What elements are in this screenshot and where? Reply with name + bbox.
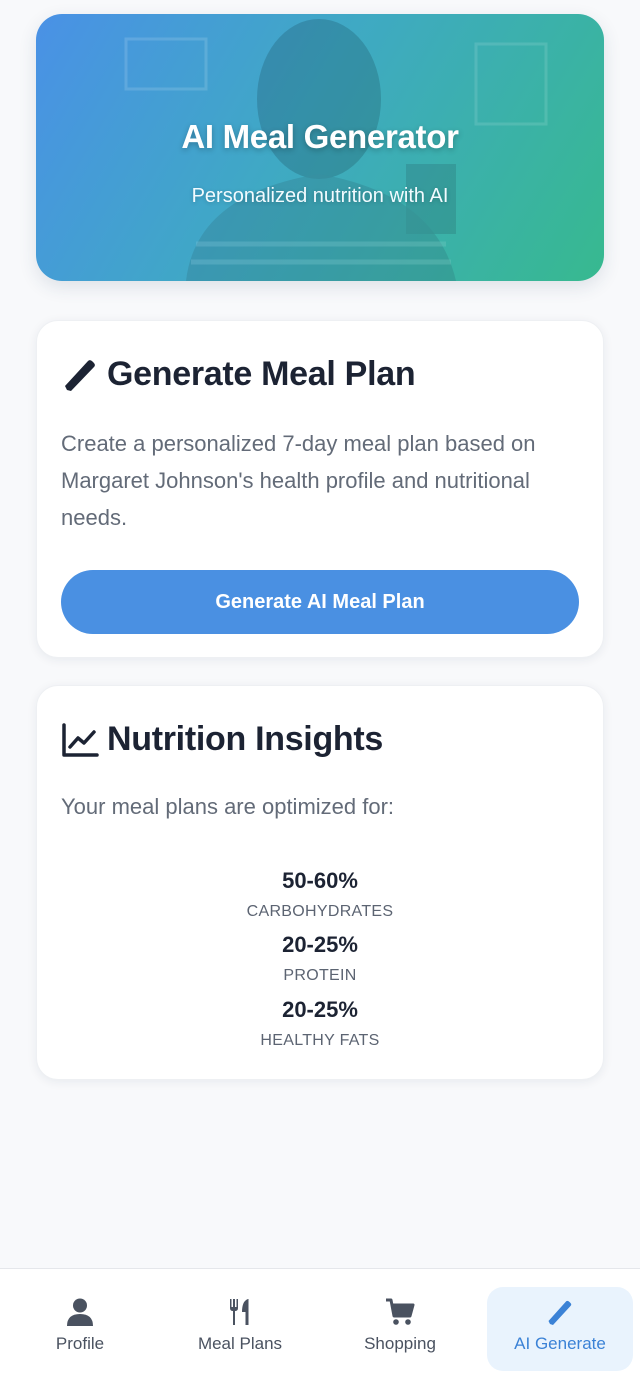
stat-protein: 20-25% PROTEIN: [37, 932, 603, 985]
nav-label: Profile: [55, 1334, 105, 1353]
insights-card-header: Nutrition Insights: [61, 720, 383, 759]
nutrition-insights-card: Nutrition Insights Your meal plans are o…: [36, 685, 604, 1080]
pencil-icon: [548, 1300, 572, 1325]
nav-label: AI Generate: [514, 1334, 606, 1353]
utensils-icon: [230, 1299, 249, 1325]
insights-card-title: Nutrition Insights: [107, 720, 384, 758]
stat-value: 50-60%: [282, 868, 358, 893]
stat-carbohydrates: 50-60% CARBOHYDRATES: [37, 868, 603, 921]
hero-title: AI Meal Generator: [181, 118, 459, 155]
cart-icon: [386, 1298, 415, 1325]
nav-item-profile[interactable]: Profile: [7, 1287, 153, 1371]
generate-ai-meal-plan-button[interactable]: Generate AI Meal Plan: [61, 570, 579, 634]
stat-value: 20-25%: [282, 932, 358, 957]
nav-label: Meal Plans: [197, 1334, 283, 1353]
hero-subtitle: Personalized nutrition with AI: [191, 185, 449, 207]
bottom-navigation: Profile Meal Plans Shopping AI Generate: [0, 1268, 640, 1387]
stat-label: HEALTHY FATS: [260, 1032, 380, 1049]
nav-item-shopping[interactable]: Shopping: [327, 1287, 473, 1371]
hero-banner: AI Meal Generator Personalized nutrition…: [36, 14, 604, 281]
stat-label: CARBOHYDRATES: [246, 903, 394, 920]
line-chart-icon: [62, 722, 99, 757]
pencil-icon: [65, 359, 95, 391]
stat-label: PROTEIN: [283, 967, 357, 984]
stat-healthy-fats: 20-25% HEALTHY FATS: [37, 997, 603, 1050]
app-screen: AI Meal Generator Personalized nutrition…: [0, 0, 640, 1387]
nav-label: Shopping: [364, 1334, 436, 1353]
insights-intro: Your meal plans are optimized for:: [61, 794, 395, 819]
nav-item-ai-generate[interactable]: AI Generate: [487, 1287, 633, 1371]
generate-card-header: Generate Meal Plan: [61, 355, 416, 394]
generate-meal-plan-card: Generate Meal Plan Create a personalized…: [36, 320, 604, 658]
nav-item-meal-plans[interactable]: Meal Plans: [167, 1287, 313, 1371]
user-icon: [67, 1298, 93, 1326]
generate-card-description: Create a personalized 7-day meal plan ba…: [61, 431, 536, 530]
generate-card-title: Generate Meal Plan: [107, 355, 416, 393]
stat-value: 20-25%: [282, 997, 358, 1022]
